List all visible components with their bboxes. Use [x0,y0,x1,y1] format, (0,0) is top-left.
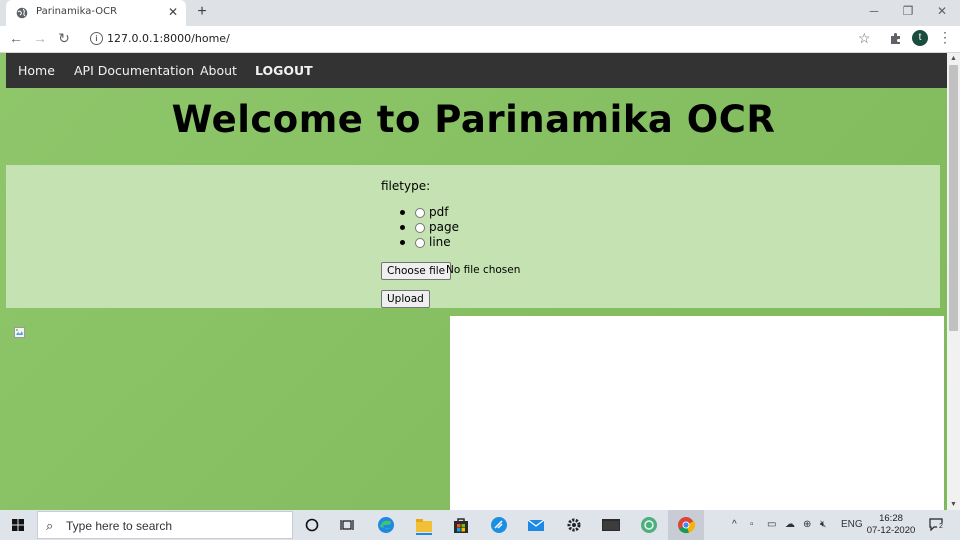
radio-line[interactable] [415,238,425,248]
search-icon: ⌕ [46,518,54,533]
app-blue-circle-icon[interactable] [489,515,509,535]
minimize-button[interactable]: ─ [863,4,885,18]
back-arrow-icon[interactable]: ← [7,30,25,46]
bullet-icon [400,225,405,230]
taskbar-search-box[interactable]: ⌕ Type here to search [37,511,293,539]
windows-start-icon[interactable] [12,519,24,531]
tray-battery-icon[interactable]: ▭ [767,519,776,530]
edge-browser-icon[interactable] [376,515,396,535]
action-center-button[interactable]: 2 [929,518,945,532]
task-view-icon[interactable] [338,515,358,535]
filetype-label: filetype: [381,179,431,193]
bullet-icon [400,240,405,245]
nav-home-link[interactable]: Home [18,63,55,78]
tab-title: Parinamika-OCR [36,6,118,17]
radio-label-line: line [429,235,451,249]
window-close-button[interactable]: ✕ [931,4,953,18]
microsoft-store-icon[interactable] [451,515,471,535]
radio-pdf[interactable] [415,208,425,218]
bullet-icon [400,210,405,215]
notification-count: 2 [937,523,945,531]
clock-time: 16:28 [879,513,903,524]
terminal-icon[interactable] [601,515,621,535]
extensions-puzzle-icon[interactable] [889,32,902,45]
cortana-icon[interactable] [302,515,322,535]
chrome-taskbar-slot[interactable] [668,510,704,540]
choose-file-button[interactable]: Choose file [381,262,452,280]
tray-device-icon[interactable]: ▫ [750,519,754,530]
scroll-down-arrow-icon[interactable]: ▼ [947,499,960,510]
reload-icon[interactable]: ↻ [55,30,73,47]
site-info-icon[interactable]: i [90,32,103,45]
clock-date: 07-12-2020 [866,525,916,536]
nav-about-link[interactable]: About [200,63,237,78]
browser-tab[interactable]: Parinamika-OCR ✕ [6,0,186,26]
tray-volume-muted-icon[interactable]: 🔇︎ [820,519,826,530]
taskbar-clock[interactable]: 16:28 07-12-2020 [862,513,920,537]
taskbar-search-placeholder: Type here to search [66,519,173,533]
chrome-icon[interactable] [676,515,696,535]
page-scrollbar[interactable]: ▲ ▼ [947,53,960,510]
green-app-icon[interactable] [639,515,659,535]
language-indicator[interactable]: ENG [841,519,863,530]
ocr-output-area [450,316,944,510]
show-hidden-icons-icon[interactable]: ^ [732,519,737,530]
url-text: 127.0.0.1:8000/home/ [107,32,230,45]
file-explorer-icon[interactable] [414,515,434,535]
radio-label-page: page [429,220,459,234]
bookmark-star-icon[interactable]: ☆ [858,30,871,47]
tray-onedrive-icon[interactable]: ☁ [785,519,795,530]
nav-logout-link[interactable]: LOGOUT [255,63,313,78]
page-viewport: Home API Documentation About LOGOUT Welc… [0,53,947,510]
settings-gear-icon[interactable] [564,515,584,535]
browser-toolbar: ← → ↻ i 127.0.0.1:8000/home/ [0,26,960,53]
broken-image-icon [14,327,25,338]
browser-tab-strip: Parinamika-OCR ✕ + ─ ❐ ✕ [0,0,960,26]
tab-close-icon[interactable]: ✕ [168,5,178,19]
file-status-text: No file chosen [446,264,521,276]
forward-arrow-icon[interactable]: → [31,30,49,46]
site-navbar: Home API Documentation About LOGOUT [6,53,947,88]
tray-network-icon[interactable]: ⊕ [803,519,811,530]
radio-label-pdf: pdf [429,205,449,219]
new-tab-button[interactable]: + [194,3,210,23]
address-bar[interactable]: i 127.0.0.1:8000/home/ [82,28,880,50]
mail-icon[interactable] [526,515,546,535]
nav-api-docs-link[interactable]: API Documentation [74,63,194,78]
scroll-up-arrow-icon[interactable]: ▲ [947,53,960,64]
upload-button[interactable]: Upload [381,290,430,308]
profile-avatar[interactable]: t [912,30,928,46]
windows-taskbar: ⌕ Type here to search ^ ▫ ▭ ☁ ⊕ 🔇︎ ENG 1… [0,510,960,540]
restore-button[interactable]: ❐ [897,4,919,18]
browser-menu-icon[interactable]: ⋮ [938,29,952,46]
globe-icon [16,7,28,19]
scrollbar-thumb[interactable] [949,65,958,331]
upload-form-panel: filetype: pdf page line Choose file No f… [6,165,940,308]
page-title: Welcome to Parinamika OCR [171,98,776,141]
radio-page[interactable] [415,223,425,233]
